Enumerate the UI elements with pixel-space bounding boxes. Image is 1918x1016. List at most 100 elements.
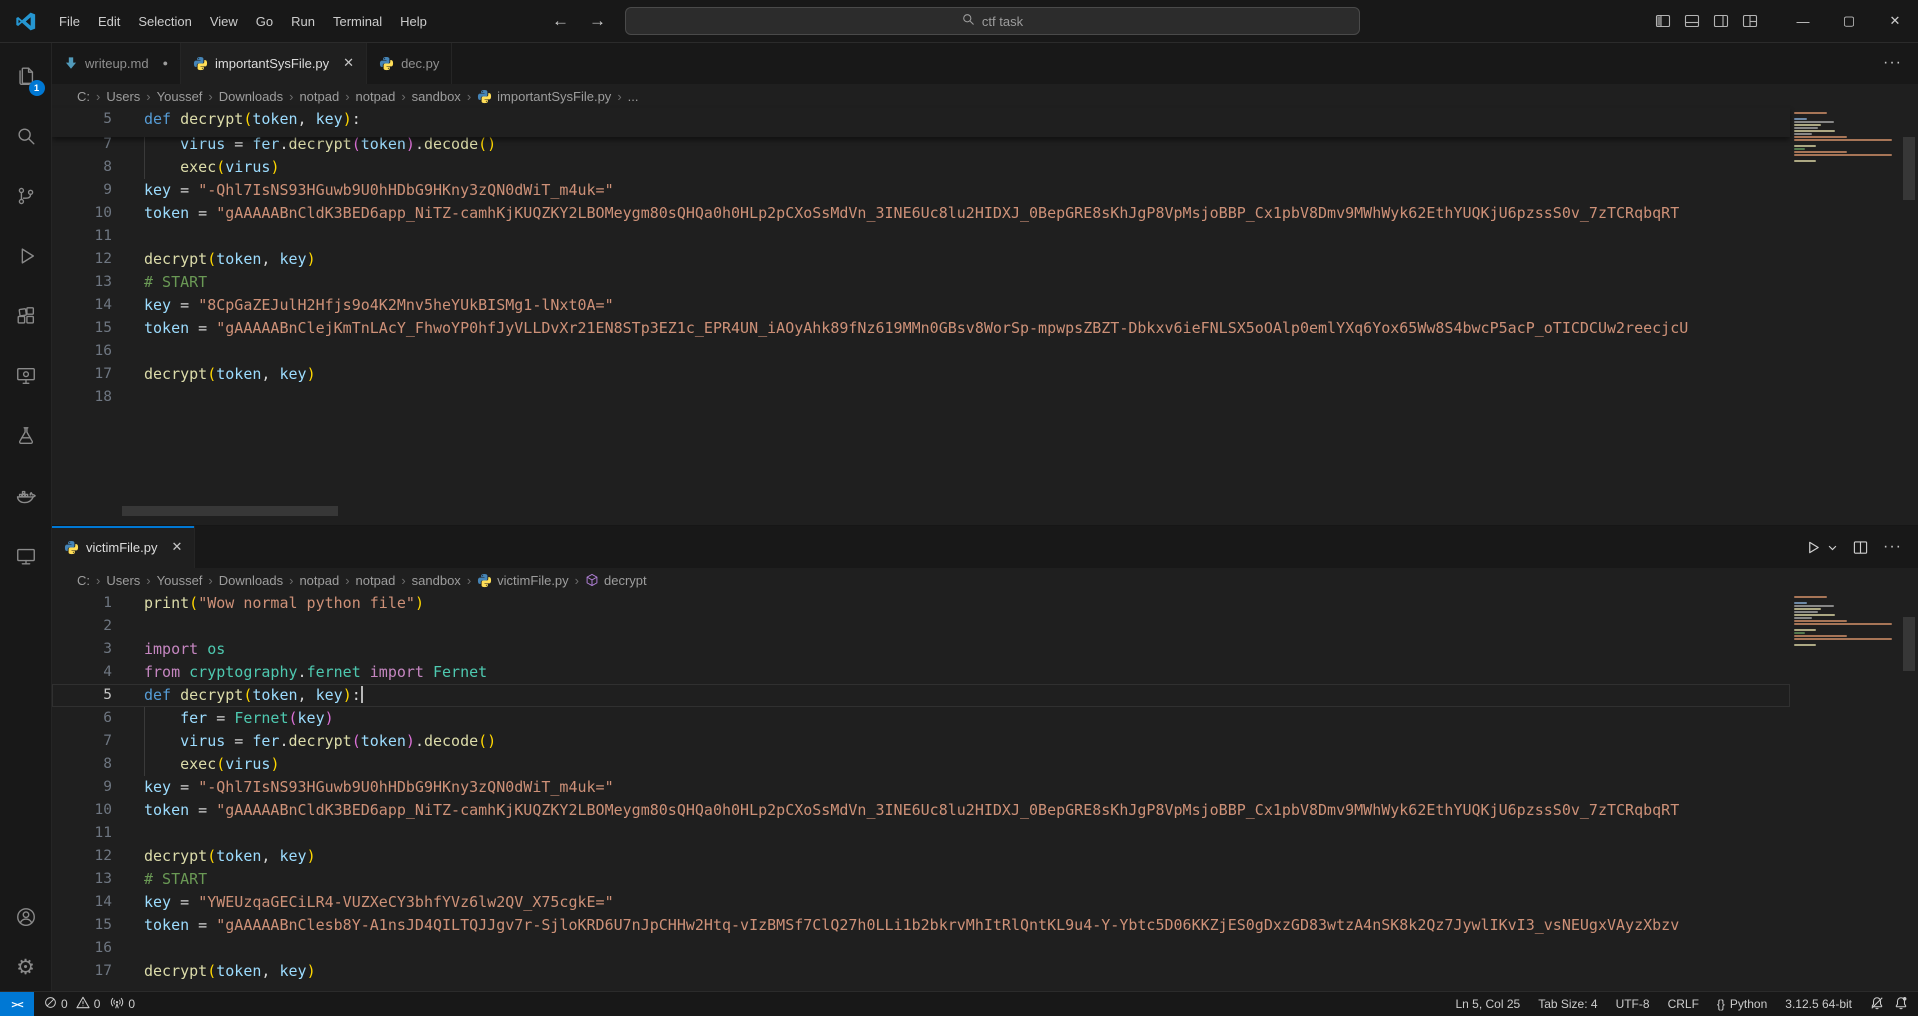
activity-explorer-icon[interactable]: 1 [0,46,52,106]
run-dropdown-icon[interactable] [1827,542,1838,553]
breadcrumb-item[interactable]: Youssef [157,89,203,104]
code-line[interactable]: 10token = "gAAAAABnCldK3BED6app_NiTZ-cam… [52,799,1790,822]
code-line[interactable]: 8 exec(virus) [52,156,1790,179]
nav-back-icon[interactable]: ← [552,11,569,31]
breadcrumb-item[interactable]: Downloads [219,573,283,588]
notifications-bell-icon[interactable] [1894,996,1908,1013]
tab-victimFile.py[interactable]: victimFile.py✕ [52,526,195,568]
tab-dec.py[interactable]: dec.py [367,42,452,84]
menu-edit[interactable]: Edit [89,10,129,33]
minimap[interactable] [1790,592,1896,792]
activity-settings-icon[interactable]: ⚙ [0,942,52,992]
breadcrumb-item[interactable]: notpad [356,573,396,588]
code-line[interactable]: 2 [52,615,1790,638]
status-eol[interactable]: CRLF [1668,997,1699,1011]
close-tab-icon[interactable]: ✕ [172,539,183,555]
menu-selection[interactable]: Selection [129,10,200,33]
code-line[interactable]: 10token = "gAAAAABnCldK3BED6app_NiTZ-cam… [52,202,1790,225]
breadcrumb-item[interactable]: C: [77,573,90,588]
code-line[interactable]: 17decrypt(token, key) [52,363,1790,386]
activity-remote-explorer-icon[interactable] [0,346,52,406]
status-encoding[interactable]: UTF-8 [1616,997,1650,1011]
toggle-sidebar-icon[interactable] [1655,13,1671,29]
toggle-secondary-sidebar-icon[interactable] [1713,13,1729,29]
code-line[interactable]: 9key = "-Qhl7IsNS93HGuwb9U0hHDbG9HKny3zQ… [52,776,1790,799]
code-line[interactable]: 8 exec(virus) [52,753,1790,776]
breadcrumb-item[interactable]: notpad [299,573,339,588]
code-line[interactable]: 11 [52,822,1790,845]
code-line[interactable]: 5def decrypt(token, key): [52,684,1790,707]
activity-extensions-icon[interactable] [0,286,52,346]
horizontal-scrollbar[interactable] [122,506,338,516]
vertical-scrollbar[interactable] [1903,617,1915,671]
breadcrumb-item[interactable]: decrypt [585,573,647,588]
status-cursor-position[interactable]: Ln 5, Col 25 [1455,997,1520,1011]
close-button[interactable]: ✕ [1872,0,1918,42]
status-language[interactable]: {}Python [1717,997,1767,1011]
remote-indicator[interactable]: >< [0,992,34,1016]
code-line[interactable]: 11 [52,225,1790,248]
vertical-scrollbar[interactable] [1903,137,1915,200]
run-python-file-icon[interactable] [1806,540,1821,555]
breadcrumb-item[interactable]: Users [106,573,140,588]
breadcrumb[interactable]: C:›Users›Youssef›Downloads›notpad›notpad… [52,568,1788,592]
menu-run[interactable]: Run [282,10,324,33]
more-actions-icon[interactable]: ··· [1883,54,1902,72]
problems-indicator[interactable]: 0 0 [44,996,100,1012]
toggle-panel-icon[interactable] [1684,13,1700,29]
minimize-button[interactable]: — [1780,0,1826,42]
activity-docker-icon[interactable] [0,466,52,526]
code-line[interactable]: 18 [52,386,1790,409]
breadcrumb-item[interactable]: ... [628,89,639,104]
breadcrumb-item[interactable]: sandbox [412,573,461,588]
close-tab-icon[interactable]: ✕ [343,55,354,71]
menu-file[interactable]: File [50,10,89,33]
menu-go[interactable]: Go [247,10,282,33]
command-center-search[interactable]: ctf task [625,7,1360,35]
more-actions-icon[interactable]: ··· [1883,538,1902,556]
code-line[interactable]: 15token = "gAAAAABnClesb8Y-A1nsJD4QILTQJ… [52,914,1790,937]
activity-monitor-icon[interactable] [0,526,52,586]
breadcrumb[interactable]: C:›Users›Youssef›Downloads›notpad›notpad… [52,84,1788,108]
code-line[interactable]: 15token = "gAAAAABnClejKmTnLAcY_FhwoYP0h… [52,317,1790,340]
breadcrumb-item[interactable]: Youssef [157,573,203,588]
code-line[interactable]: 9key = "-Qhl7IsNS93HGuwb9U0hHDbG9HKny3zQ… [52,179,1790,202]
split-editor-icon[interactable] [1853,540,1868,555]
code-line[interactable]: 13# START [52,271,1790,294]
nav-forward-icon[interactable]: → [589,11,606,31]
menu-terminal[interactable]: Terminal [324,10,391,33]
code-line[interactable]: 12decrypt(token, key) [52,248,1790,271]
status-interpreter[interactable]: 3.12.5 64-bit [1785,997,1852,1011]
code-line[interactable]: 1print("Wow normal python file") [52,592,1790,615]
restore-button[interactable]: ▢ [1826,0,1872,42]
code-line[interactable]: 3import os [52,638,1790,661]
breadcrumb-item[interactable]: notpad [299,89,339,104]
code-line[interactable]: 14key = "8CpGaZEJulH2Hfjs9o4K2Mnv5heYUkB… [52,294,1790,317]
breadcrumb-item[interactable]: victimFile.py [477,573,569,588]
menu-help[interactable]: Help [391,10,436,33]
code-line[interactable]: 13# START [52,868,1790,891]
do-not-disturb-bell-icon[interactable] [1870,996,1884,1013]
minimap[interactable] [1790,108,1896,308]
code-line[interactable]: 6 fer = Fernet(key) [52,707,1790,730]
code-line[interactable]: 14key = "YWEUzqaGECiLR4-VUZXeCY3bhfYVz6l… [52,891,1790,914]
code-editor-bottom[interactable]: 1print("Wow normal python file")23import… [52,592,1790,992]
ports-indicator[interactable]: 0 [110,996,135,1013]
code-line[interactable]: 16 [52,937,1790,960]
tab-importantSysFile.py[interactable]: importantSysFile.py✕ [181,42,367,84]
status-indentation[interactable]: Tab Size: 4 [1538,997,1597,1011]
breadcrumb-item[interactable]: Downloads [219,89,283,104]
activity-run-debug-icon[interactable] [0,226,52,286]
menu-view[interactable]: View [201,10,247,33]
code-line[interactable]: 4from cryptography.fernet import Fernet [52,661,1790,684]
breadcrumb-item[interactable]: C: [77,89,90,104]
breadcrumb-item[interactable]: Users [106,89,140,104]
code-line[interactable]: 7 virus = fer.decrypt(token).decode() [52,730,1790,753]
code-editor-top[interactable]: 7 virus = fer.decrypt(token).decode()8 e… [52,133,1790,505]
activity-testing-icon[interactable] [0,406,52,466]
code-line[interactable]: 17decrypt(token, key) [52,960,1790,983]
tab-writeup.md[interactable]: writeup.md● [52,42,181,84]
activity-account-icon[interactable] [0,892,52,942]
code-line[interactable]: 16 [52,340,1790,363]
code-line[interactable]: 5def decrypt(token, key): [52,108,361,134]
